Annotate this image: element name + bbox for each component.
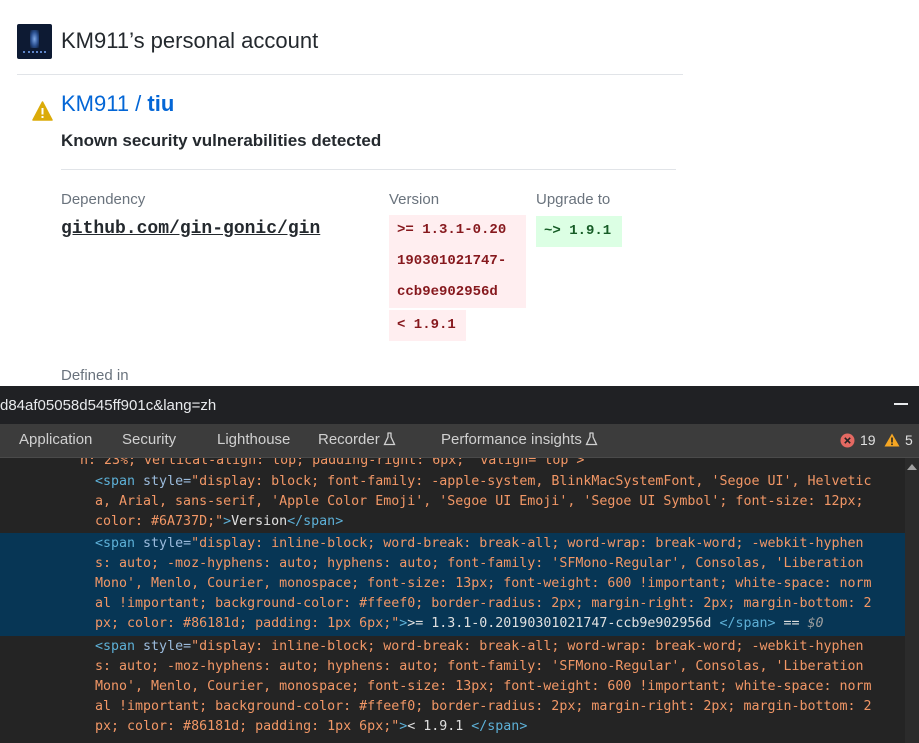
code-line[interactable]: <span style="display: inline-block; word…	[95, 637, 864, 657]
code-line: Mono', Menlo, Courier, monospace; font-s…	[95, 679, 872, 694]
error-count[interactable]: 19	[860, 432, 876, 448]
flask-icon	[585, 432, 598, 446]
account-avatar	[17, 24, 52, 59]
upgrade-badge: ~> 1.9.1	[536, 216, 622, 247]
tab-label[interactable]: Recorder	[318, 431, 380, 448]
flask-icon	[383, 432, 396, 446]
account-title: KM911’s personal account	[61, 28, 319, 53]
code-line: al !important; background-color: #ffeef0…	[95, 699, 872, 714]
tab-recorder[interactable]: Recorder	[318, 431, 396, 448]
avatar-dots	[23, 51, 46, 56]
column-header-dependency: Dependency	[61, 191, 146, 208]
version-line: 190301021747-	[397, 253, 507, 269]
code-line: s: auto; -moz-hyphens: auto; hyphens: au…	[95, 556, 864, 571]
version-line: ccb9e902956d	[397, 284, 498, 300]
warning-count-icon[interactable]	[884, 433, 900, 447]
divider	[61, 169, 676, 170]
code-line: Mono', Menlo, Courier, monospace; font-s…	[95, 576, 872, 591]
version-range-badge: >= 1.3.1-0.20 190301021747- ccb9e902956d	[389, 215, 526, 308]
code-line: a, Arial, sans-serif, 'Apple Color Emoji…	[95, 494, 864, 509]
avatar-glow	[30, 30, 39, 48]
email-body: KM911’s personal account KM911 / tiu Kno…	[0, 0, 919, 386]
defined-in-label: Defined in	[61, 367, 129, 384]
selected-node-reference: $0	[807, 616, 824, 631]
version-line: >= 1.3.1-0.20	[397, 222, 507, 238]
warning-count[interactable]: 5	[905, 432, 913, 448]
code-line-selected[interactable]: <span style="display: inline-block; word…	[95, 534, 864, 554]
url-text[interactable]: d84af05058d545ff901c&lang=zh	[0, 397, 216, 414]
dependency-link[interactable]: github.com/gin-gonic/gin	[61, 219, 320, 239]
code-scrollbar[interactable]	[905, 458, 919, 743]
tab-performance-insights[interactable]: Performance insights	[441, 431, 598, 448]
code-line[interactable]: <span style="display: block; font-family…	[95, 472, 872, 492]
repo-owner[interactable]: KM911 /	[61, 91, 147, 116]
code-line: s: auto; -moz-hyphens: auto; hyphens: au…	[95, 659, 864, 674]
tab-label[interactable]: Performance insights	[441, 431, 582, 448]
repo-name[interactable]: tiu	[147, 91, 174, 116]
repo-link[interactable]: KM911 / tiu	[61, 91, 174, 117]
column-header-version: Version	[389, 191, 440, 208]
code-line: px; color: #86181d; padding: 1px 6px;"><…	[95, 719, 528, 734]
code-line: h: 23%; vertical-align: top; padding-rig…	[80, 458, 585, 468]
tab-lighthouse[interactable]: Lighthouse	[217, 431, 290, 448]
error-icon[interactable]	[840, 433, 855, 448]
code-line: px; color: #86181d; padding: 1px 6px;">>…	[95, 616, 824, 631]
minimize-icon[interactable]	[894, 403, 908, 405]
divider	[17, 74, 683, 75]
alert-subtitle: Known security vulnerabilities detected	[61, 131, 382, 150]
code-line: al !important; background-color: #ffeef0…	[95, 596, 872, 611]
elements-code-panel[interactable]: h: 23%; vertical-align: top; padding-rig…	[0, 458, 905, 743]
scroll-up-icon[interactable]	[907, 464, 917, 470]
tab-application[interactable]: Application	[19, 431, 92, 448]
column-header-upgrade: Upgrade to	[536, 191, 611, 208]
tab-security[interactable]: Security	[122, 431, 176, 448]
code-line: color: #6A737D;">Version</span>	[95, 514, 344, 529]
version-max-badge: < 1.9.1	[389, 310, 466, 341]
warning-icon	[32, 101, 53, 121]
